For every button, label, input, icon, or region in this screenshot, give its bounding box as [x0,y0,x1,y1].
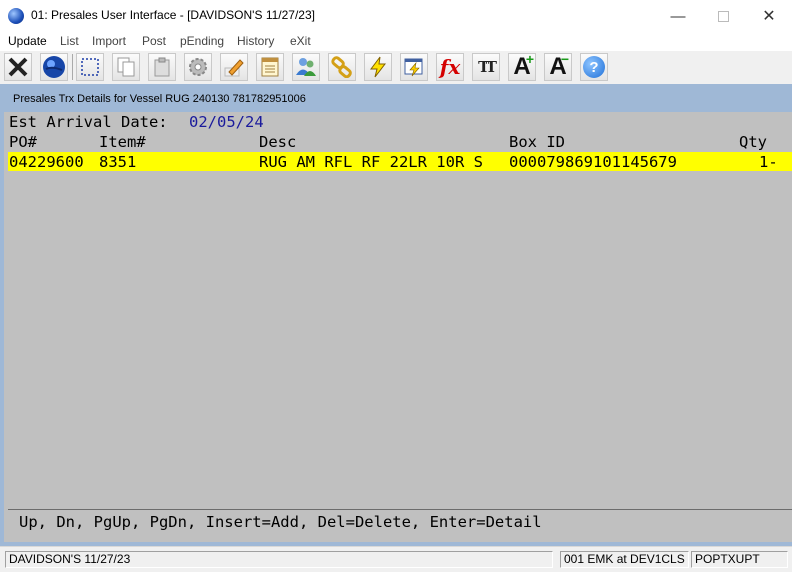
menu-exit[interactable]: eXit [290,34,311,48]
select-rect-icon [81,58,99,76]
app-globe-icon [8,8,24,24]
column-header-qty: Qty [739,133,767,151]
table-row[interactable]: 04229600 8351 RUG AM RFL RF 22LR 10R S 0… [8,152,792,171]
copy-button[interactable] [112,53,140,81]
cancel-x-button[interactable] [4,53,32,81]
menu-history[interactable]: History [237,34,274,48]
divider [8,509,792,510]
font-button[interactable]: TT [472,53,500,81]
arrival-date-label: Est Arrival Date: [9,113,168,131]
status-bar: DAVIDSON'S 11/27/23 001 EMK at DEV1CLS P… [0,546,792,572]
window-title: 01: Presales User Interface - [DAVIDSON'… [31,8,315,22]
font-shrink-button[interactable]: A − [544,51,572,81]
notepad-icon [261,57,279,77]
users-button[interactable] [292,53,320,81]
help-button[interactable]: ? [580,53,608,81]
arrival-date-value: 02/05/24 [189,113,264,131]
row-box-id: 000079869101145679 [509,153,677,171]
globe-icon [43,56,65,78]
minimize-button[interactable]: — [655,0,701,32]
formula-button[interactable]: fx [436,53,464,81]
font-grow-button[interactable]: A + [508,51,536,81]
status-company: DAVIDSON'S 11/27/23 [5,551,553,568]
paste-button[interactable] [148,53,176,81]
settings-button[interactable] [184,53,212,81]
lightning-icon [370,56,387,78]
gear-icon [189,58,207,76]
minus-icon: − [560,51,569,67]
globe-button[interactable] [40,53,68,81]
clipboard-icon [154,57,170,77]
row-po: 04229600 [9,153,84,171]
menu-import[interactable]: Import [92,34,126,48]
row-qty: 1- [759,153,778,171]
column-header-item: Item# [99,133,146,151]
edit-button[interactable] [220,53,248,81]
menu-bar: Update List Import Post pEnding History … [0,32,792,51]
plus-icon: + [525,51,534,67]
inner-window: Presales Trx Details for Vessel RUG 2401… [0,84,792,546]
users-icon [296,58,316,76]
toolbar-separator [72,54,73,80]
toolbar: fx TT A + A − ? [0,51,792,82]
column-header-po: PO# [9,133,37,151]
status-program: POPTXUPT [691,551,788,568]
execute-button[interactable] [364,53,392,81]
maximize-icon [717,10,729,22]
menu-pending[interactable]: pEnding [180,34,224,48]
chain-link-icon [331,56,352,78]
link-button[interactable] [328,53,356,81]
run-window-button[interactable] [400,53,428,81]
column-header-desc: Desc [259,133,297,151]
row-desc: RUG AM RFL RF 22LR 10R S [259,153,483,171]
copy-icon [117,57,135,77]
help-icon: ? [583,56,605,78]
window-lightning-icon [404,58,423,77]
column-header-box-id: Box ID [509,133,565,151]
pencil-icon [224,59,244,77]
x-icon [8,57,28,77]
menu-post[interactable]: Post [142,34,166,48]
menu-update[interactable]: Update [8,34,47,48]
details-panel: Est Arrival Date: 02/05/24 PO# Item# Des… [4,112,792,542]
row-item: 8351 [99,153,137,171]
notes-button[interactable] [256,53,284,81]
maximize-button[interactable] [700,0,746,32]
key-hint: Up, Dn, PgUp, PgDn, Insert=Add, Del=Dele… [19,513,542,531]
close-button[interactable]: ✕ [746,0,792,32]
menu-list[interactable]: List [60,34,79,48]
inner-window-title: Presales Trx Details for Vessel RUG 2401… [13,93,306,105]
status-session: 001 EMK at DEV1CLS [560,551,689,568]
title-bar: 01: Presales User Interface - [DAVIDSON'… [0,0,792,33]
select-button[interactable] [76,53,104,81]
